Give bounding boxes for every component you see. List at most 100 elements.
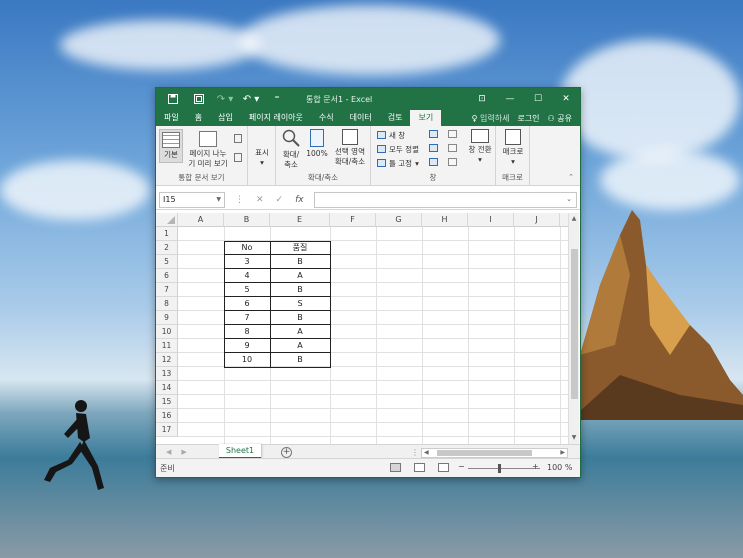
expand-formula-bar-icon[interactable]: ⌄ — [566, 195, 572, 203]
column-header-h[interactable]: H — [422, 213, 468, 227]
prev-sheet-icon[interactable]: ◀ — [166, 448, 171, 456]
hide-icon[interactable] — [429, 144, 438, 152]
horizontal-scroll-thumb[interactable] — [437, 450, 532, 456]
undo-icon[interactable]: ↶ ▾ — [240, 90, 262, 108]
table-cell[interactable]: B — [270, 283, 330, 297]
reset-window-position-icon[interactable] — [448, 158, 457, 166]
save-icon[interactable] — [162, 90, 184, 108]
page-break-preview-button[interactable]: 페이지 나누 기 미리 보기 — [186, 131, 230, 169]
tab-formulas[interactable]: 수식 — [311, 110, 342, 126]
table-cell[interactable]: B — [270, 311, 330, 325]
page-layout-icon[interactable] — [234, 134, 242, 143]
select-all-corner[interactable] — [156, 213, 178, 227]
sheet-tab-sheet1[interactable]: Sheet1 — [219, 444, 261, 459]
login-link[interactable]: 로그인 — [517, 113, 539, 124]
table-cell[interactable]: B — [270, 255, 330, 269]
split-icon[interactable] — [429, 130, 438, 138]
column-header-j[interactable]: J — [514, 213, 560, 227]
horizontal-scrollbar[interactable]: ◀ ▶ — [421, 448, 568, 458]
normal-view-button[interactable]: 기본 — [159, 129, 183, 163]
formula-input[interactable]: ⌄ — [313, 191, 577, 208]
row-header[interactable]: 16 — [156, 409, 178, 423]
ribbon-display-options-icon[interactable]: ⊡ — [468, 88, 496, 110]
column-header-e[interactable]: E — [270, 213, 330, 227]
table-cell[interactable]: A — [270, 325, 330, 339]
row-header[interactable]: 2 — [156, 241, 178, 255]
arrange-all-button[interactable]: 모두 정렬 — [377, 143, 419, 155]
tab-data[interactable]: 데이터 — [342, 110, 380, 126]
table-cell[interactable]: 4 — [224, 269, 270, 283]
scroll-left-icon[interactable]: ◀ — [424, 449, 429, 456]
row-header[interactable]: 14 — [156, 381, 178, 395]
table-cell[interactable]: A — [270, 269, 330, 283]
table-cell[interactable]: 3 — [224, 255, 270, 269]
enter-icon[interactable]: ✓ — [276, 195, 284, 205]
switch-windows-button[interactable]: 창 전환 ▾ — [465, 129, 495, 165]
freeze-panes-button[interactable]: 틀 고정 ▾ — [377, 157, 419, 169]
column-header-i[interactable]: I — [468, 213, 514, 227]
page-layout-status-icon[interactable] — [414, 463, 425, 472]
macros-button[interactable]: 매크로 ▾ — [500, 129, 526, 167]
column-header-g[interactable]: G — [376, 213, 422, 227]
collapse-ribbon-icon[interactable]: ⌃ — [568, 173, 574, 181]
page-break-status-icon[interactable] — [438, 463, 449, 472]
close-button[interactable]: ✕ — [552, 88, 580, 110]
normal-view-status-icon[interactable] — [390, 463, 401, 472]
scroll-up-icon[interactable]: ▲ — [569, 214, 579, 224]
row-header[interactable]: 8 — [156, 297, 178, 311]
row-header[interactable]: 12 — [156, 353, 178, 367]
zoom-slider[interactable] — [468, 468, 540, 469]
customize-icon[interactable]: ⁼ — [266, 90, 288, 108]
zoom-100-button[interactable]: 100% — [305, 129, 329, 159]
unhide-icon[interactable] — [429, 158, 438, 166]
tab-view[interactable]: 보기 — [410, 110, 442, 126]
tell-me-box[interactable]: ♀ 입력하세 — [472, 113, 510, 124]
zoom-button[interactable]: 확대/ 축소 — [279, 129, 303, 170]
vertical-scrollbar[interactable]: ▲ ▼ — [568, 213, 579, 444]
row-header[interactable]: 15 — [156, 395, 178, 409]
custom-views-icon[interactable] — [234, 153, 242, 162]
new-window-button[interactable]: 새 창 — [377, 129, 405, 141]
synchronous-scroll-icon[interactable] — [448, 144, 457, 152]
row-header[interactable]: 6 — [156, 269, 178, 283]
table-header-quality[interactable]: 품질 — [270, 241, 330, 255]
table-cell[interactable]: B — [270, 353, 330, 367]
zoom-slider-thumb[interactable] — [498, 464, 501, 473]
row-header[interactable]: 7 — [156, 283, 178, 297]
touch-mode-icon[interactable] — [188, 90, 210, 108]
table-cell[interactable]: 6 — [224, 297, 270, 311]
redo-icon[interactable]: ↷ ▾ — [214, 90, 236, 108]
table-cell[interactable]: 9 — [224, 339, 270, 353]
table-cell[interactable]: 8 — [224, 325, 270, 339]
show-button[interactable]: 표시 ▾ — [250, 148, 274, 168]
view-side-by-side-icon[interactable] — [448, 130, 457, 138]
table-cell[interactable]: 10 — [224, 353, 270, 367]
share-button[interactable]: ⚇ 공유 — [548, 113, 572, 124]
table-cell[interactable]: 7 — [224, 311, 270, 325]
table-header-no[interactable]: No — [224, 241, 270, 255]
scroll-down-icon[interactable]: ▼ — [569, 433, 579, 443]
column-header-b[interactable]: B — [224, 213, 270, 227]
table-cell[interactable]: A — [270, 339, 330, 353]
cancel-icon[interactable]: ✕ — [256, 195, 264, 205]
insert-function-icon[interactable]: fx — [295, 195, 304, 205]
minimize-button[interactable]: — — [496, 88, 524, 110]
zoom-in-icon[interactable]: + — [532, 462, 539, 471]
maximize-button[interactable]: ☐ — [524, 88, 552, 110]
row-header[interactable]: 1 — [156, 227, 178, 241]
tab-review[interactable]: 검토 — [380, 110, 411, 126]
name-box[interactable]: I15 ▼ — [159, 191, 225, 208]
row-header[interactable]: 9 — [156, 311, 178, 325]
row-header[interactable]: 17 — [156, 423, 178, 437]
tab-file[interactable]: 파일 — [156, 110, 187, 126]
zoom-to-selection-button[interactable]: 선택 영역 확대/축소 — [331, 129, 369, 167]
worksheet-grid[interactable]: A B E F G H I J 1 2 5 6 7 8 9 10 11 12 1… — [156, 213, 570, 444]
column-header-f[interactable]: F — [330, 213, 376, 227]
row-header[interactable]: 5 — [156, 255, 178, 269]
zoom-out-icon[interactable]: − — [458, 462, 465, 471]
tab-page-layout[interactable]: 페이지 레이아웃 — [241, 110, 311, 126]
tab-home[interactable]: 홈 — [187, 110, 210, 126]
zoom-level[interactable]: 100 % — [547, 463, 572, 472]
tab-split-handle[interactable]: ⋮ — [411, 448, 419, 457]
next-sheet-icon[interactable]: ▶ — [181, 448, 186, 456]
